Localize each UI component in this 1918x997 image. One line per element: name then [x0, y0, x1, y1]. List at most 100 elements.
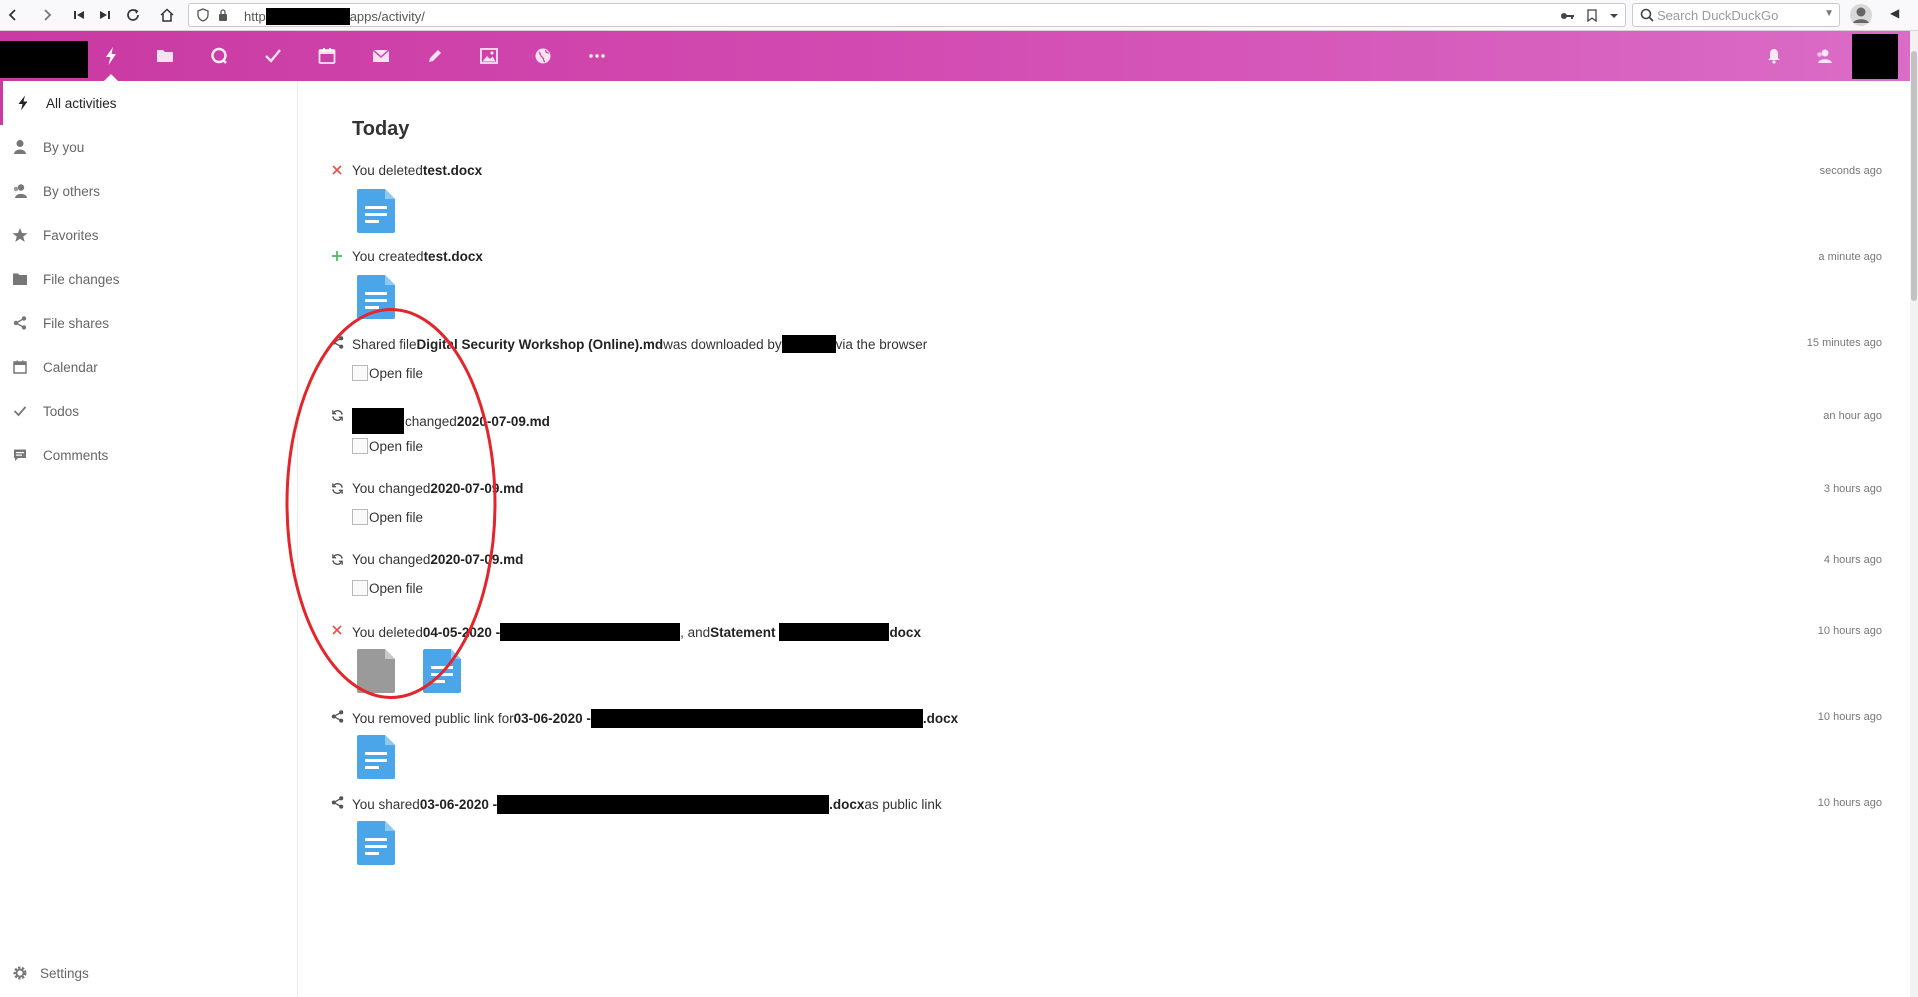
activity-subject: You changed 2020-07-09.md — [352, 481, 523, 496]
sidebar-item-comments[interactable]: Comments — [0, 433, 297, 477]
maps-app-icon[interactable] — [523, 38, 563, 74]
sidebar: All activities By you By others Favorite… — [0, 81, 298, 997]
activity-time: a minute ago — [1818, 251, 1882, 263]
sidebar-settings[interactable]: Settings — [0, 951, 297, 995]
activity-subject: changed 2020-07-09.md — [352, 408, 550, 434]
document-file-icon[interactable] — [423, 649, 463, 693]
file-link[interactable]: 04-05-2020 - — [423, 625, 500, 640]
file-link[interactable]: 2020-07-09.md — [430, 481, 523, 496]
file-link[interactable]: .docx — [829, 797, 864, 812]
file-link[interactable]: test.docx — [424, 249, 483, 264]
calendar-app-icon[interactable] — [307, 38, 347, 74]
file-link[interactable]: .docx — [923, 711, 958, 726]
add-plus-icon — [329, 248, 345, 264]
files-app-icon[interactable] — [145, 38, 185, 74]
change-icon — [329, 480, 345, 496]
file-link[interactable]: 2020-07-09.md — [430, 552, 523, 567]
change-icon — [329, 551, 345, 567]
pencil-icon — [429, 50, 441, 62]
sidebar-item-todos[interactable]: Todos — [0, 389, 297, 433]
file-link[interactable]: 03-06-2020 - — [514, 711, 591, 726]
mail-app-icon[interactable] — [361, 38, 401, 74]
activity-time: 10 hours ago — [1817, 625, 1882, 637]
file-link[interactable]: test.docx — [423, 163, 482, 178]
skip-forward-icon[interactable] — [94, 4, 116, 26]
avatar[interactable] — [1852, 34, 1898, 79]
sidebar-item-calendar[interactable]: Calendar — [0, 345, 297, 389]
file-link[interactable]: 2020-07-09.md — [457, 414, 550, 429]
star-icon — [12, 227, 28, 243]
file-preview[interactable]: Open file — [352, 438, 423, 454]
search-input[interactable] — [1657, 7, 1817, 24]
activity-item: You deleted test.docx seconds ago — [299, 162, 1910, 252]
activity-item: You removed public link for 03-06-2020 -… — [299, 708, 1910, 798]
skip-back-icon[interactable] — [68, 4, 90, 26]
shield-icon[interactable] — [194, 6, 212, 24]
bolt-icon — [15, 95, 31, 111]
chevron-down-icon[interactable] — [1605, 7, 1623, 24]
more-apps-icon[interactable] — [577, 38, 617, 74]
activity-subject: Shared file Digital Security Workshop (O… — [352, 335, 927, 353]
calendar-icon — [318, 48, 336, 64]
sidebar-item-by-others[interactable]: By others — [0, 169, 297, 213]
subject-text: , and — [680, 624, 711, 640]
file-link[interactable]: Digital Security Workshop (Online).md — [417, 337, 664, 352]
document-file-icon[interactable] — [357, 821, 397, 865]
share-icon — [329, 794, 345, 810]
talk-app-icon[interactable] — [199, 38, 239, 74]
sidebar-item-by-you[interactable]: By you — [0, 125, 297, 169]
sidebar-item-favorites[interactable]: Favorites — [0, 213, 297, 257]
notifications-icon[interactable] — [1762, 44, 1786, 68]
photos-app-icon[interactable] — [469, 38, 509, 74]
file-icon[interactable] — [357, 649, 397, 693]
sidebar-item-label: All activities — [46, 95, 117, 111]
redacted-filename — [500, 623, 681, 641]
globe-icon — [535, 48, 551, 64]
forward-icon[interactable] — [36, 4, 58, 26]
bolt-icon — [106, 47, 116, 65]
redacted-logo[interactable] — [0, 41, 88, 78]
address-bar[interactable]: http apps/activity/ — [188, 3, 1626, 27]
subject-text: Shared file — [352, 336, 417, 352]
notes-app-icon[interactable] — [415, 38, 455, 74]
scrollbar-thumb[interactable] — [1911, 51, 1917, 301]
share-icon — [12, 315, 28, 331]
document-file-icon[interactable] — [357, 189, 397, 233]
activity-time: 15 minutes ago — [1806, 337, 1882, 349]
profile-icon[interactable] — [1849, 3, 1873, 27]
settings-label: Settings — [40, 965, 89, 981]
search-bar[interactable]: ▼ — [1632, 3, 1840, 27]
file-link[interactable]: 03-06-2020 - — [420, 797, 497, 812]
collapse-icon[interactable]: ◀ — [1890, 6, 1899, 20]
comment-icon — [12, 447, 28, 463]
activity-item: Shared file Digital Security Workshop (O… — [299, 334, 1910, 404]
sidebar-item-file-shares[interactable]: File shares — [0, 301, 297, 345]
sidebar-item-all-activities[interactable]: All activities — [0, 81, 297, 125]
key-icon[interactable] — [1559, 7, 1577, 24]
tasks-app-icon[interactable] — [253, 38, 293, 74]
file-link[interactable]: Statement — [710, 625, 775, 640]
file-preview[interactable]: Open file — [352, 580, 423, 596]
file-preview[interactable]: Open file — [352, 365, 423, 381]
redacted-user — [352, 408, 404, 434]
home-icon[interactable] — [156, 4, 178, 26]
sidebar-item-label: File shares — [43, 315, 110, 331]
bookmark-icon[interactable] — [1583, 7, 1601, 24]
search-dropdown-icon[interactable]: ▼ — [1824, 8, 1834, 19]
change-icon — [329, 407, 345, 423]
page-scrollbar[interactable] — [1910, 31, 1918, 997]
lock-icon[interactable] — [214, 6, 232, 24]
contacts-icon[interactable] — [1812, 44, 1836, 68]
subject-text: You changed — [352, 481, 431, 496]
document-file-icon[interactable] — [357, 735, 397, 779]
file-link[interactable]: docx — [889, 625, 921, 640]
share-icon — [329, 334, 345, 350]
sidebar-item-file-changes[interactable]: File changes — [0, 257, 297, 301]
reload-icon[interactable] — [122, 4, 144, 26]
preview-alt-text: Open file — [369, 438, 424, 454]
document-file-icon[interactable] — [357, 275, 397, 319]
file-preview[interactable]: Open file — [352, 509, 423, 525]
activity-app-icon[interactable] — [91, 38, 131, 81]
sidebar-item-label: By you — [43, 139, 85, 155]
back-icon[interactable] — [2, 4, 24, 26]
